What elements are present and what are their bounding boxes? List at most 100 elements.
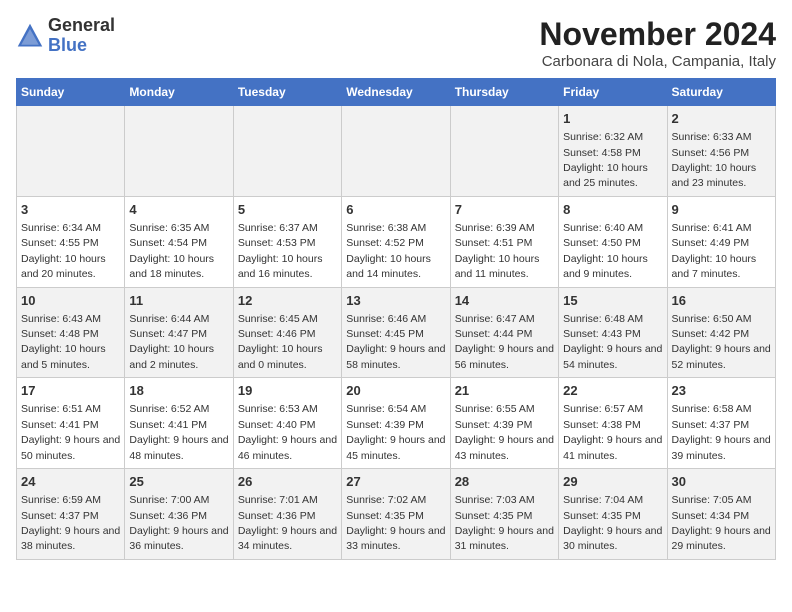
day-info: Sunrise: 6:37 AM Sunset: 4:53 PM Dayligh… bbox=[238, 222, 323, 280]
day-number: 15 bbox=[563, 292, 662, 310]
day-info: Sunrise: 7:03 AM Sunset: 4:35 PM Dayligh… bbox=[455, 494, 554, 552]
day-info: Sunrise: 6:32 AM Sunset: 4:58 PM Dayligh… bbox=[563, 131, 648, 189]
day-number: 9 bbox=[672, 201, 771, 219]
day-info: Sunrise: 6:38 AM Sunset: 4:52 PM Dayligh… bbox=[346, 222, 431, 280]
calendar-cell bbox=[450, 106, 558, 197]
calendar-cell: 18 Sunrise: 6:52 AM Sunset: 4:41 PM Dayli… bbox=[125, 378, 233, 469]
day-number: 20 bbox=[346, 382, 445, 400]
calendar-cell: 22 Sunrise: 6:57 AM Sunset: 4:38 PM Dayli… bbox=[559, 378, 667, 469]
calendar-week-row: 1Sunrise: 6:32 AM Sunset: 4:58 PM Daylig… bbox=[17, 106, 776, 197]
calendar-cell: 13Sunrise: 6:46 AM Sunset: 4:45 PM Dayli… bbox=[342, 287, 450, 378]
calendar-cell bbox=[233, 106, 341, 197]
day-number: 6 bbox=[346, 201, 445, 219]
calendar-cell: 9 Sunrise: 6:41 AM Sunset: 4:49 PM Daylig… bbox=[667, 196, 775, 287]
calendar-body: 1Sunrise: 6:32 AM Sunset: 4:58 PM Daylig… bbox=[17, 106, 776, 560]
day-header-sunday: Sunday bbox=[17, 79, 125, 106]
day-info: Sunrise: 6:58 AM Sunset: 4:37 PM Dayligh… bbox=[672, 403, 771, 461]
calendar-cell: 6 Sunrise: 6:38 AM Sunset: 4:52 PM Daylig… bbox=[342, 196, 450, 287]
day-info: Sunrise: 6:57 AM Sunset: 4:38 PM Dayligh… bbox=[563, 403, 662, 461]
logo-text: General Blue bbox=[48, 16, 115, 56]
day-header-saturday: Saturday bbox=[667, 79, 775, 106]
day-number: 7 bbox=[455, 201, 554, 219]
day-number: 8 bbox=[563, 201, 662, 219]
calendar-cell: 1Sunrise: 6:32 AM Sunset: 4:58 PM Daylig… bbox=[559, 106, 667, 197]
day-info: Sunrise: 6:41 AM Sunset: 4:49 PM Dayligh… bbox=[672, 222, 757, 280]
day-number: 5 bbox=[238, 201, 337, 219]
day-info: Sunrise: 6:52 AM Sunset: 4:41 PM Dayligh… bbox=[129, 403, 228, 461]
page-header: General Blue November 2024 Carbonara di … bbox=[16, 16, 776, 70]
day-number: 28 bbox=[455, 473, 554, 491]
day-info: Sunrise: 6:46 AM Sunset: 4:45 PM Dayligh… bbox=[346, 313, 445, 371]
calendar-week-row: 3 Sunrise: 6:34 AM Sunset: 4:55 PM Daylig… bbox=[17, 196, 776, 287]
day-info: Sunrise: 6:59 AM Sunset: 4:37 PM Dayligh… bbox=[21, 494, 120, 552]
day-info: Sunrise: 6:44 AM Sunset: 4:47 PM Dayligh… bbox=[129, 313, 214, 371]
day-number: 19 bbox=[238, 382, 337, 400]
day-number: 4 bbox=[129, 201, 228, 219]
calendar-cell: 3 Sunrise: 6:34 AM Sunset: 4:55 PM Daylig… bbox=[17, 196, 125, 287]
calendar-cell bbox=[17, 106, 125, 197]
calendar-cell: 2Sunrise: 6:33 AM Sunset: 4:56 PM Daylig… bbox=[667, 106, 775, 197]
day-info: Sunrise: 6:47 AM Sunset: 4:44 PM Dayligh… bbox=[455, 313, 554, 371]
calendar-cell bbox=[125, 106, 233, 197]
day-info: Sunrise: 6:55 AM Sunset: 4:39 PM Dayligh… bbox=[455, 403, 554, 461]
day-number: 22 bbox=[563, 382, 662, 400]
day-info: Sunrise: 7:01 AM Sunset: 4:36 PM Dayligh… bbox=[238, 494, 337, 552]
calendar-week-row: 10 Sunrise: 6:43 AM Sunset: 4:48 PM Dayli… bbox=[17, 287, 776, 378]
day-header-monday: Monday bbox=[125, 79, 233, 106]
calendar-week-row: 24 Sunrise: 6:59 AM Sunset: 4:37 PM Dayli… bbox=[17, 469, 776, 560]
calendar-cell: 30Sunrise: 7:05 AM Sunset: 4:34 PM Dayli… bbox=[667, 469, 775, 560]
day-number: 11 bbox=[129, 292, 228, 310]
calendar-cell: 8Sunrise: 6:40 AM Sunset: 4:50 PM Daylig… bbox=[559, 196, 667, 287]
day-info: Sunrise: 6:34 AM Sunset: 4:55 PM Dayligh… bbox=[21, 222, 106, 280]
day-info: Sunrise: 6:39 AM Sunset: 4:51 PM Dayligh… bbox=[455, 222, 540, 280]
day-number: 3 bbox=[21, 201, 120, 219]
title-area: November 2024 Carbonara di Nola, Campani… bbox=[539, 16, 776, 70]
day-header-tuesday: Tuesday bbox=[233, 79, 341, 106]
day-info: Sunrise: 7:05 AM Sunset: 4:34 PM Dayligh… bbox=[672, 494, 771, 552]
calendar-cell: 24 Sunrise: 6:59 AM Sunset: 4:37 PM Dayli… bbox=[17, 469, 125, 560]
calendar-cell: 27Sunrise: 7:02 AM Sunset: 4:35 PM Dayli… bbox=[342, 469, 450, 560]
day-number: 10 bbox=[21, 292, 120, 310]
calendar-cell: 25 Sunrise: 7:00 AM Sunset: 4:36 PM Dayli… bbox=[125, 469, 233, 560]
day-header-friday: Friday bbox=[559, 79, 667, 106]
day-info: Sunrise: 6:33 AM Sunset: 4:56 PM Dayligh… bbox=[672, 131, 757, 189]
calendar-cell: 16Sunrise: 6:50 AM Sunset: 4:42 PM Dayli… bbox=[667, 287, 775, 378]
calendar-cell: 4 Sunrise: 6:35 AM Sunset: 4:54 PM Daylig… bbox=[125, 196, 233, 287]
day-number: 14 bbox=[455, 292, 554, 310]
day-number: 25 bbox=[129, 473, 228, 491]
calendar-cell: 29 Sunrise: 7:04 AM Sunset: 4:35 PM Dayli… bbox=[559, 469, 667, 560]
calendar-cell: 14 Sunrise: 6:47 AM Sunset: 4:44 PM Dayli… bbox=[450, 287, 558, 378]
calendar-cell: 5 Sunrise: 6:37 AM Sunset: 4:53 PM Daylig… bbox=[233, 196, 341, 287]
day-number: 18 bbox=[129, 382, 228, 400]
calendar-cell: 12 Sunrise: 6:45 AM Sunset: 4:46 PM Dayli… bbox=[233, 287, 341, 378]
location: Carbonara di Nola, Campania, Italy bbox=[539, 53, 776, 70]
calendar-cell: 15 Sunrise: 6:48 AM Sunset: 4:43 PM Dayli… bbox=[559, 287, 667, 378]
day-number: 26 bbox=[238, 473, 337, 491]
day-header-wednesday: Wednesday bbox=[342, 79, 450, 106]
day-info: Sunrise: 6:35 AM Sunset: 4:54 PM Dayligh… bbox=[129, 222, 214, 280]
day-number: 29 bbox=[563, 473, 662, 491]
calendar-header-row: SundayMondayTuesdayWednesdayThursdayFrid… bbox=[17, 79, 776, 106]
calendar-cell: 28 Sunrise: 7:03 AM Sunset: 4:35 PM Dayli… bbox=[450, 469, 558, 560]
day-number: 21 bbox=[455, 382, 554, 400]
calendar-cell bbox=[342, 106, 450, 197]
day-info: Sunrise: 6:45 AM Sunset: 4:46 PM Dayligh… bbox=[238, 313, 323, 371]
day-info: Sunrise: 7:00 AM Sunset: 4:36 PM Dayligh… bbox=[129, 494, 228, 552]
calendar-cell: 7 Sunrise: 6:39 AM Sunset: 4:51 PM Daylig… bbox=[450, 196, 558, 287]
day-header-thursday: Thursday bbox=[450, 79, 558, 106]
day-info: Sunrise: 6:43 AM Sunset: 4:48 PM Dayligh… bbox=[21, 313, 106, 371]
calendar-cell: 21 Sunrise: 6:55 AM Sunset: 4:39 PM Dayli… bbox=[450, 378, 558, 469]
day-number: 27 bbox=[346, 473, 445, 491]
month-title: November 2024 bbox=[539, 16, 776, 53]
day-number: 12 bbox=[238, 292, 337, 310]
calendar-table: SundayMondayTuesdayWednesdayThursdayFrid… bbox=[16, 78, 776, 560]
day-info: Sunrise: 7:04 AM Sunset: 4:35 PM Dayligh… bbox=[563, 494, 662, 552]
logo-icon bbox=[16, 22, 44, 50]
day-info: Sunrise: 6:48 AM Sunset: 4:43 PM Dayligh… bbox=[563, 313, 662, 371]
calendar-cell: 26 Sunrise: 7:01 AM Sunset: 4:36 PM Dayli… bbox=[233, 469, 341, 560]
day-number: 17 bbox=[21, 382, 120, 400]
calendar-cell: 17Sunrise: 6:51 AM Sunset: 4:41 PM Dayli… bbox=[17, 378, 125, 469]
logo: General Blue bbox=[16, 16, 115, 56]
day-info: Sunrise: 6:50 AM Sunset: 4:42 PM Dayligh… bbox=[672, 313, 771, 371]
day-number: 24 bbox=[21, 473, 120, 491]
